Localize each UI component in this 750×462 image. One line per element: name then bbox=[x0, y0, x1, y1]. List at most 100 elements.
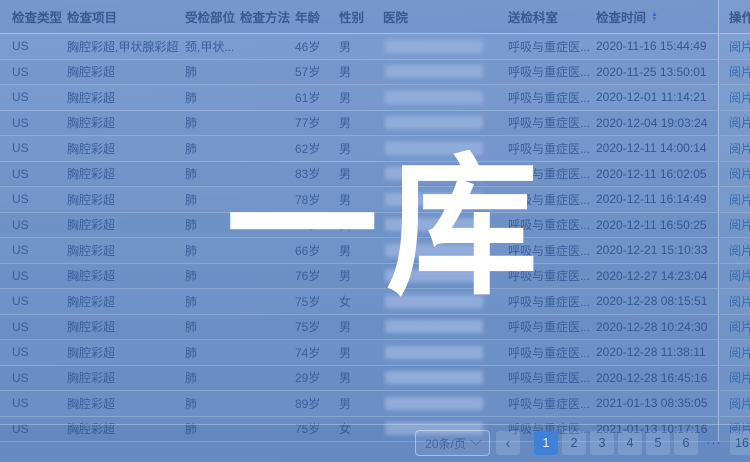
cell-item: 胸腔彩超 bbox=[67, 136, 185, 161]
view-film-link[interactable]: 阅片 bbox=[729, 140, 750, 157]
view-film-link[interactable]: 阅片 bbox=[729, 63, 750, 80]
cell-hospital bbox=[383, 85, 508, 110]
cell-age: 89岁 bbox=[295, 391, 339, 416]
cell-time: 2020-12-01 11:14:21 bbox=[596, 85, 718, 110]
hospital-redacted-blur bbox=[385, 167, 483, 180]
view-film-link[interactable]: 阅片 bbox=[729, 369, 750, 386]
view-film-link[interactable]: 阅片 bbox=[729, 267, 750, 284]
prev-page-button[interactable]: ‹ bbox=[496, 431, 520, 455]
view-film-link[interactable]: 阅片 bbox=[729, 89, 750, 106]
cell-action: 阅片 bbox=[718, 289, 750, 314]
view-film-link[interactable]: 阅片 bbox=[729, 242, 750, 259]
cell-time: 2021-01-13 08:35:05 bbox=[596, 391, 718, 416]
cell-gender: 男 bbox=[339, 136, 383, 161]
cell-hospital bbox=[383, 391, 508, 416]
cell-dept: 呼吸与重症医... bbox=[508, 136, 596, 161]
view-film-link[interactable]: 阅片 bbox=[729, 165, 750, 182]
cell-part: 肺 bbox=[185, 315, 240, 340]
table-row: US胸腔彩超肺66岁男呼吸与重症医...2020-12-21 15:10:33阅… bbox=[0, 238, 750, 264]
table-row: US胸腔彩超肺29岁男呼吸与重症医...2020-12-28 16:45:16阅… bbox=[0, 366, 750, 392]
page-button-16[interactable]: 16 bbox=[730, 431, 750, 455]
cell-item: 胸腔彩超 bbox=[67, 289, 185, 314]
cell-item: 胸腔彩超 bbox=[67, 340, 185, 365]
cell-dept: 呼吸与重症医... bbox=[508, 111, 596, 136]
cell-time: 2020-12-21 15:10:33 bbox=[596, 238, 718, 263]
cell-hospital bbox=[383, 264, 508, 289]
cell-part: 肺 bbox=[185, 340, 240, 365]
cell-dept: 呼吸与重症医... bbox=[508, 264, 596, 289]
table-row: US胸腔彩超肺61岁男呼吸与重症医...2020-12-01 11:14:21阅… bbox=[0, 85, 750, 111]
cell-type: US bbox=[12, 213, 67, 238]
cell-age: 78岁 bbox=[295, 187, 339, 212]
cell-method bbox=[240, 85, 295, 110]
cell-item: 胸腔彩超 bbox=[67, 315, 185, 340]
col-header-action: 操作 bbox=[718, 0, 750, 33]
cell-item: 胸腔彩超,甲状腺彩超 bbox=[67, 34, 185, 59]
table-row: US胸腔彩超肺75岁男呼吸与重症医...2020-12-28 10:24:30阅… bbox=[0, 315, 750, 341]
view-film-link[interactable]: 阅片 bbox=[729, 318, 750, 335]
cell-action: 阅片 bbox=[718, 136, 750, 161]
cell-time: 2020-12-11 16:50:25 bbox=[596, 213, 718, 238]
cell-action: 阅片 bbox=[718, 34, 750, 59]
cell-action: 阅片 bbox=[718, 187, 750, 212]
page-button-5[interactable]: 5 bbox=[646, 431, 670, 455]
sort-ascending-icon[interactable]: ▲▼ bbox=[651, 12, 658, 22]
cell-gender: 男 bbox=[339, 340, 383, 365]
page-button-4[interactable]: 4 bbox=[618, 431, 642, 455]
cell-item: 胸腔彩超 bbox=[67, 366, 185, 391]
cell-gender: 男 bbox=[339, 187, 383, 212]
cell-gender: 男 bbox=[339, 34, 383, 59]
cell-type: US bbox=[12, 340, 67, 365]
cell-age: 75岁 bbox=[295, 289, 339, 314]
table-row: US胸腔彩超肺57岁男呼吸与重症医...2020-11-25 13:50:01阅… bbox=[0, 60, 750, 86]
cell-action: 阅片 bbox=[718, 340, 750, 365]
pagination-bar: 20条/页 ‹123456···16 bbox=[0, 424, 750, 462]
page-size-select[interactable]: 20条/页 bbox=[415, 430, 490, 456]
cell-hospital bbox=[383, 34, 508, 59]
view-film-link[interactable]: 阅片 bbox=[729, 293, 750, 310]
cell-age: 83岁 bbox=[295, 162, 339, 187]
cell-part: 肺 bbox=[185, 162, 240, 187]
table-row: US胸腔彩超肺89岁男呼吸与重症医...2021-01-13 08:35:05阅… bbox=[0, 391, 750, 417]
cell-type: US bbox=[12, 315, 67, 340]
page-button-1[interactable]: 1 bbox=[534, 431, 558, 455]
hospital-redacted-blur bbox=[385, 116, 483, 129]
view-film-link[interactable]: 阅片 bbox=[729, 38, 750, 55]
hospital-redacted-blur bbox=[385, 40, 483, 53]
page-button-3[interactable]: 3 bbox=[590, 431, 614, 455]
cell-age: 46岁 bbox=[295, 34, 339, 59]
cell-hospital bbox=[383, 366, 508, 391]
cell-method bbox=[240, 315, 295, 340]
cell-action: 阅片 bbox=[718, 111, 750, 136]
cell-age: 62岁 bbox=[295, 136, 339, 161]
cell-part: 肺 bbox=[185, 136, 240, 161]
view-film-link[interactable]: 阅片 bbox=[729, 395, 750, 412]
hospital-redacted-blur bbox=[385, 142, 483, 155]
view-film-link[interactable]: 阅片 bbox=[729, 216, 750, 233]
cell-action: 阅片 bbox=[718, 238, 750, 263]
cell-type: US bbox=[12, 238, 67, 263]
view-film-link[interactable]: 阅片 bbox=[729, 114, 750, 131]
table-row: US胸腔彩超肺77岁男呼吸与重症医...2020-12-04 19:03:24阅… bbox=[0, 111, 750, 137]
cell-type: US bbox=[12, 34, 67, 59]
cell-gender: 男 bbox=[339, 238, 383, 263]
cell-time: 2020-12-11 16:02:05 bbox=[596, 162, 718, 187]
cell-action: 阅片 bbox=[718, 162, 750, 187]
page-button-6[interactable]: 6 bbox=[674, 431, 698, 455]
cell-item: 胸腔彩超 bbox=[67, 85, 185, 110]
cell-gender: 男 bbox=[339, 366, 383, 391]
cell-time: 2020-12-28 11:38:11 bbox=[596, 340, 718, 365]
cell-part: 肺 bbox=[185, 264, 240, 289]
view-film-link[interactable]: 阅片 bbox=[729, 191, 750, 208]
hospital-redacted-blur bbox=[385, 371, 483, 384]
cell-age: 76岁 bbox=[295, 213, 339, 238]
cell-hospital bbox=[383, 162, 508, 187]
cell-method bbox=[240, 213, 295, 238]
cell-age: 29岁 bbox=[295, 366, 339, 391]
view-film-link[interactable]: 阅片 bbox=[729, 344, 750, 361]
cell-part: 肺 bbox=[185, 187, 240, 212]
cell-item: 胸腔彩超 bbox=[67, 111, 185, 136]
page-button-2[interactable]: 2 bbox=[562, 431, 586, 455]
col-header-exam-time-sortable[interactable]: 检查时间 ▲▼ bbox=[596, 0, 718, 33]
hospital-redacted-blur bbox=[385, 320, 483, 333]
